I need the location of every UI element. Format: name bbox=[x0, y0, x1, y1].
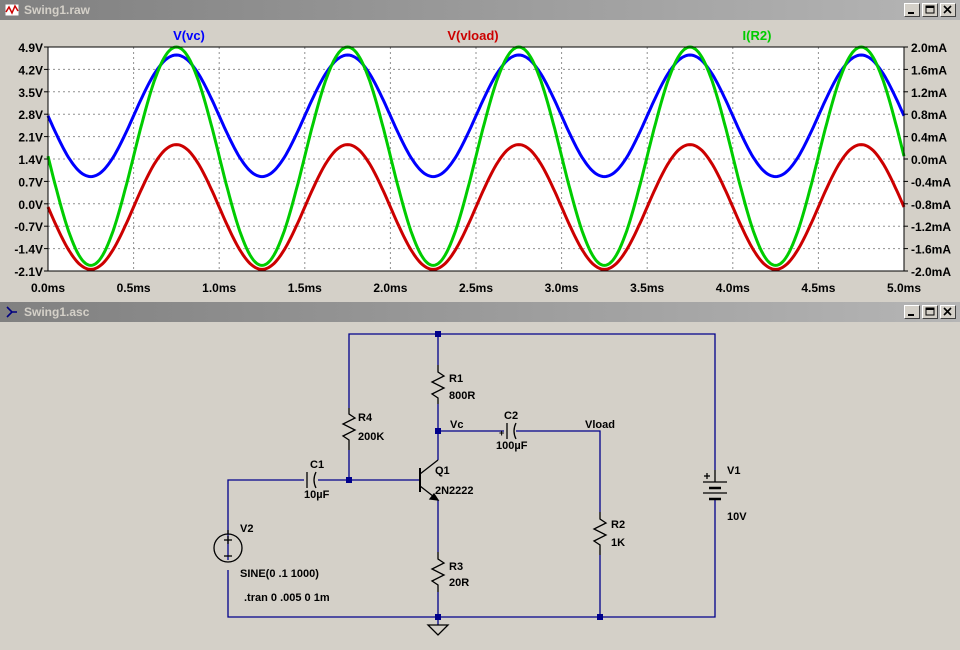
c1-value: 10µF bbox=[304, 489, 330, 501]
schematic-title: Swing1.asc bbox=[24, 305, 90, 319]
plot-area[interactable]: 0.0ms 0.5ms 1.0ms 1.5ms 2.0ms 2.5ms 3.0ms 3.5ms… bbox=[0, 20, 960, 300]
ground-symbol[interactable] bbox=[426, 624, 450, 636]
x-tick-label: 2.5ms bbox=[459, 281, 493, 295]
resistor-r2[interactable] bbox=[592, 512, 608, 555]
y-right-tick-label: -1.2mA bbox=[911, 220, 951, 234]
schematic-drawing[interactable]: R1 800R R4 200K Vc C2 + 100µF Vload C1 1… bbox=[2, 324, 958, 645]
c2-plus: + bbox=[499, 428, 504, 438]
x-tick-label: 3.5ms bbox=[630, 281, 664, 295]
y-left-tick-label: 2.1V bbox=[18, 131, 43, 145]
r4-name: R4 bbox=[358, 412, 373, 424]
y-right-tick-label: -0.8mA bbox=[911, 198, 951, 212]
r4-value: 200K bbox=[358, 431, 384, 443]
y-right-tick-label: 0.0mA bbox=[911, 153, 947, 167]
wires bbox=[227, 333, 716, 625]
y-right-tick-label: 0.8mA bbox=[911, 108, 947, 122]
waveform-app-icon bbox=[4, 3, 20, 17]
restore-button[interactable] bbox=[922, 305, 938, 319]
v2-name: V2 bbox=[240, 523, 253, 535]
y-left-tick-label: 1.4V bbox=[18, 153, 43, 167]
waveform-titlebar[interactable]: Swing1.raw bbox=[0, 0, 960, 20]
schematic-titlebar[interactable]: Swing1.asc bbox=[0, 302, 960, 322]
minimize-button[interactable] bbox=[904, 305, 920, 319]
r2-value: 1K bbox=[611, 537, 625, 549]
y-left-tick-label: 3.5V bbox=[18, 86, 43, 100]
q1-value: 2N2222 bbox=[435, 485, 474, 497]
v1-name: V1 bbox=[727, 465, 740, 477]
schematic-canvas[interactable]: R1 800R R4 200K Vc C2 + 100µF Vload C1 1… bbox=[2, 324, 958, 645]
y-left-tick-label: -2.1V bbox=[14, 265, 43, 279]
resistor-r3[interactable] bbox=[430, 552, 446, 592]
y-left-tick-label: -1.4V bbox=[14, 243, 43, 257]
x-tick-label: 3.0ms bbox=[545, 281, 579, 295]
v2-value: SINE(0 .1 1000) bbox=[240, 568, 319, 580]
waveform-title: Swing1.raw bbox=[24, 3, 91, 17]
resistor-r4[interactable] bbox=[341, 408, 357, 450]
r3-name: R3 bbox=[449, 561, 463, 573]
junctions bbox=[346, 331, 603, 620]
y-left-tick-label: 0.7V bbox=[18, 175, 43, 189]
close-button[interactable] bbox=[940, 305, 956, 319]
r1-name: R1 bbox=[449, 373, 463, 385]
net-vc-label: Vc bbox=[450, 419, 463, 431]
close-button[interactable] bbox=[940, 3, 956, 17]
y-left-tick-label: -0.7V bbox=[14, 220, 43, 234]
schematic-app-icon bbox=[6, 306, 17, 318]
waveform-chart[interactable]: 0.0ms 0.5ms 1.0ms 1.5ms 2.0ms 2.5ms 3.0ms 3.5ms… bbox=[0, 20, 960, 300]
x-tick-label: 4.0ms bbox=[716, 281, 750, 295]
y-left-tick-label: 0.0V bbox=[18, 198, 43, 212]
x-tick-label: 4.5ms bbox=[801, 281, 835, 295]
minimize-button[interactable] bbox=[904, 3, 920, 17]
v1-value: 10V bbox=[727, 511, 747, 523]
c1-name: C1 bbox=[310, 459, 324, 471]
y-left-tick-label: 4.2V bbox=[18, 63, 43, 77]
tran-directive[interactable]: .tran 0 .005 0 1m bbox=[244, 592, 330, 604]
x-tick-label: 2.0ms bbox=[373, 281, 407, 295]
q1-name: Q1 bbox=[435, 465, 450, 477]
y-left-tick-label: 4.9V bbox=[18, 41, 43, 55]
r3-value: 20R bbox=[449, 577, 469, 589]
schematic-window: Swing1.asc R1 800R R4 200K Vc C2 + 100µF… bbox=[0, 302, 960, 645]
x-tick-label: 0.0ms bbox=[31, 281, 65, 295]
y-right-tick-label: -0.4mA bbox=[911, 175, 951, 189]
restore-button[interactable] bbox=[922, 3, 938, 17]
c2-value: 100µF bbox=[496, 440, 528, 452]
trace-label[interactable]: V(vload) bbox=[447, 28, 498, 43]
c2-name: C2 bbox=[504, 410, 518, 422]
capacitor-c1[interactable] bbox=[306, 471, 317, 489]
waveform-window: Swing1.raw 0.0ms 0.5ms 1.0ms 1.5ms 2.0ms 2.5m… bbox=[0, 0, 960, 300]
trace-label[interactable]: V(vc) bbox=[173, 28, 205, 43]
capacitor-c2[interactable] bbox=[506, 422, 517, 440]
x-tick-label: 0.5ms bbox=[117, 281, 151, 295]
r1-value: 800R bbox=[449, 390, 475, 402]
trace-label[interactable]: I(R2) bbox=[743, 28, 772, 43]
r2-name: R2 bbox=[611, 519, 625, 531]
x-tick-label: 1.5ms bbox=[288, 281, 322, 295]
x-tick-label: 1.0ms bbox=[202, 281, 236, 295]
resistor-r1[interactable] bbox=[430, 365, 446, 404]
y-left-tick-label: 2.8V bbox=[18, 108, 43, 122]
source-v1[interactable] bbox=[703, 470, 727, 501]
y-right-tick-label: 1.6mA bbox=[911, 63, 947, 77]
y-right-tick-label: 1.2mA bbox=[911, 86, 947, 100]
y-right-tick-label: 2.0mA bbox=[911, 41, 947, 55]
net-vload-label: Vload bbox=[585, 419, 615, 431]
x-tick-label: 5.0ms bbox=[887, 281, 921, 295]
y-right-tick-label: 0.4mA bbox=[911, 131, 947, 145]
y-right-tick-label: -1.6mA bbox=[911, 243, 951, 257]
y-right-tick-label: -2.0mA bbox=[911, 265, 951, 279]
